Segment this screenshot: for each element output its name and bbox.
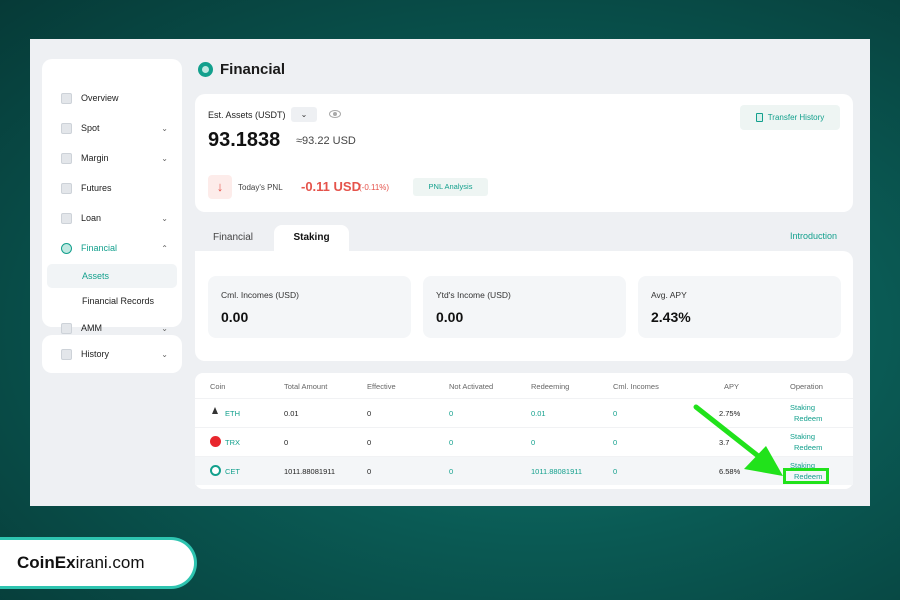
currency-dropdown[interactable]: ⌄ — [291, 107, 317, 122]
document-icon — [755, 113, 763, 122]
pnl-analysis-button[interactable]: PNL Analysis — [413, 178, 488, 196]
column-header: Operation — [790, 382, 823, 391]
staking-link[interactable]: Staking — [790, 403, 815, 412]
stat-ytd-income: Ytd's Income (USD) 0.00 — [423, 276, 626, 338]
staking-table: Coin Total Amount Effective Not Activate… — [195, 373, 853, 489]
stat-cml-incomes: Cml. Incomes (USD) 0.00 — [208, 276, 411, 338]
sidebar-item-margin[interactable]: Margin ⌄ — [42, 146, 182, 170]
column-header: Total Amount — [284, 382, 328, 391]
trx-icon — [210, 436, 221, 447]
sidebar-history-card: History ⌄ — [42, 335, 182, 373]
margin-icon — [61, 152, 72, 164]
coin-cell[interactable]: TRX — [225, 438, 240, 447]
transfer-history-button[interactable]: Transfer History — [740, 105, 840, 130]
tab-staking[interactable]: Staking — [274, 225, 349, 251]
est-assets-value: 93.1838 — [208, 129, 281, 151]
app-screen: Overview Spot ⌄ Margin ⌄ Futures Loan ⌄ Fin… — [30, 39, 870, 506]
sidebar-nav: Overview Spot ⌄ Margin ⌄ Futures Loan ⌄ Fin… — [42, 59, 182, 334]
column-header: Effective — [367, 382, 396, 391]
pnl-percent: (-0.11%) — [359, 183, 390, 192]
staking-stats-panel: Cml. Incomes (USD) 0.00 Ytd's Income (US… — [195, 251, 853, 361]
history-icon — [61, 348, 72, 360]
page-title: Financial — [198, 61, 285, 78]
table-row: TRX 0 0 0 0 0 3.7 Staking Redeem — [195, 427, 853, 456]
est-assets-label: Est. Assets (USDT) — [208, 110, 286, 120]
est-assets-usd: ≈93.22 USD — [296, 135, 356, 147]
coin-cell[interactable]: ETH — [225, 409, 240, 418]
chevron-down-icon: ⌄ — [161, 323, 168, 333]
chevron-down-icon: ⌄ — [161, 213, 168, 223]
table-row: CET 1011.88081911 0 0 1011.88081911 0 6.… — [195, 456, 853, 485]
sidebar-item-spot[interactable]: Spot ⌄ — [42, 116, 182, 140]
column-header: Not Activated — [449, 382, 494, 391]
column-header: Redeeming — [531, 382, 570, 391]
chevron-down-icon: ⌄ — [161, 349, 168, 359]
redeem-link[interactable]: Redeem — [794, 414, 822, 423]
sidebar-item-history[interactable]: History ⌄ — [42, 342, 182, 366]
pnl-label: Today's PNL — [238, 183, 283, 192]
brand-logo: CoinEx irani.com — [0, 537, 197, 589]
staking-link[interactable]: Staking — [790, 432, 815, 441]
column-header: Coin — [210, 382, 226, 391]
redeem-highlight-box — [783, 468, 829, 484]
sidebar-item-financial[interactable]: Financial ⌃ — [42, 236, 182, 260]
sidebar-item-loan[interactable]: Loan ⌄ — [42, 206, 182, 230]
financial-icon — [198, 62, 213, 77]
assets-card: Est. Assets (USDT) ⌄ 93.1838 ≈93.22 USD … — [195, 94, 853, 212]
overview-icon — [61, 92, 72, 104]
eye-icon[interactable] — [329, 110, 341, 118]
amm-icon — [61, 322, 72, 334]
introduction-link[interactable]: Introduction — [790, 231, 837, 241]
stat-avg-apy: Avg. APY 2.43% — [638, 276, 841, 338]
sidebar-subitem-financial-records[interactable]: Financial Records — [47, 289, 177, 313]
loan-icon — [61, 212, 72, 224]
cet-icon — [210, 465, 221, 476]
spot-icon — [61, 122, 72, 134]
tab-financial[interactable]: Financial — [213, 225, 253, 251]
redeem-link[interactable]: Redeem — [794, 443, 822, 452]
futures-icon — [61, 182, 72, 194]
financial-icon — [61, 242, 72, 254]
coin-cell[interactable]: CET — [225, 467, 240, 476]
sidebar-item-overview[interactable]: Overview — [42, 86, 182, 110]
chevron-down-icon: ⌄ — [300, 110, 308, 119]
chevron-down-icon: ⌄ — [161, 123, 168, 133]
chevron-down-icon: ⌄ — [161, 153, 168, 163]
pnl-value: -0.11 USD — [301, 179, 361, 194]
sidebar-subitem-assets[interactable]: Assets — [47, 264, 177, 288]
sidebar-item-futures[interactable]: Futures — [42, 176, 182, 200]
eth-icon — [210, 407, 221, 418]
arrow-down-icon: ↓ — [208, 175, 232, 199]
column-header: APY — [724, 382, 740, 391]
table-row: ETH 0.01 0 0 0.01 0 2.75% Staking Redeem — [195, 398, 853, 427]
column-header: Cml. Incomes — [613, 382, 659, 391]
chevron-up-icon: ⌃ — [161, 243, 168, 253]
